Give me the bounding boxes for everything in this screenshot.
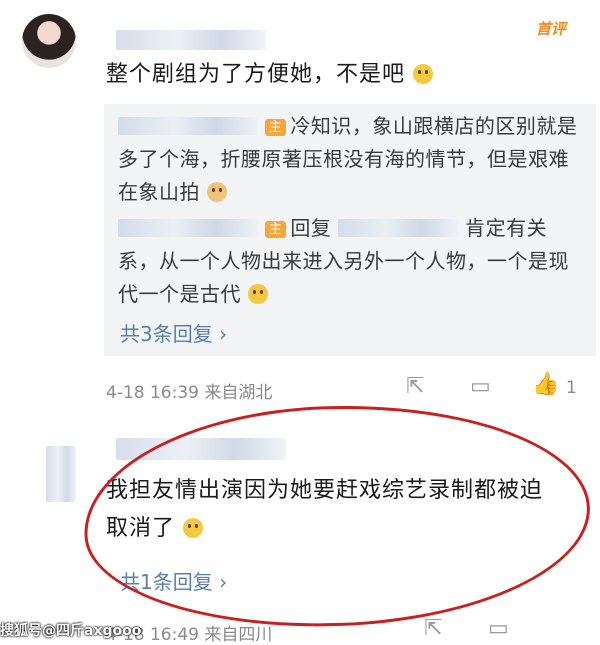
author-tag: 主 [264,119,287,136]
reply-1-username[interactable] [118,117,258,135]
share-icon[interactable]: ⇱ [424,616,442,641]
avatar-blurred[interactable] [46,446,76,502]
watermark: 搜狐号@四斤axgooo [0,623,142,639]
view-replies-link[interactable]: 共3条回复 › [120,318,227,347]
laugh-emoji-icon [413,64,434,84]
username-blurred[interactable] [116,30,266,50]
comment-icon[interactable]: ▭ [470,374,491,399]
grin-emoji-icon [247,284,268,304]
author-tag: 主 [264,221,287,238]
reply-2[interactable]: 主回复 肯定有关系，从一个人物出来进入另外一个人物，一个是现代一个是古代 [118,212,578,311]
like-count: 1 [566,378,577,398]
reply-target-username[interactable] [338,219,459,237]
comment-meta: 4-18 16:39 来自湖北 [106,383,273,403]
reply-2-username[interactable] [118,219,258,237]
comment-icon[interactable]: ▭ [488,616,509,641]
like-icon[interactable]: 👍 [532,372,559,397]
highlight-circle [80,397,594,635]
share-icon[interactable]: ⇱ [406,374,424,399]
reply-1[interactable]: 主冷知识，象山跟横店的区别就是多了个海，折腰原著压根没有海的情节，但是艰难在象山… [118,110,578,209]
avatar[interactable] [22,14,76,68]
comment-text: 整个剧组为了方便她，不是吧 [106,56,434,88]
first-comment-badge: 首评 [536,20,567,38]
fist-emoji-icon [206,182,227,202]
